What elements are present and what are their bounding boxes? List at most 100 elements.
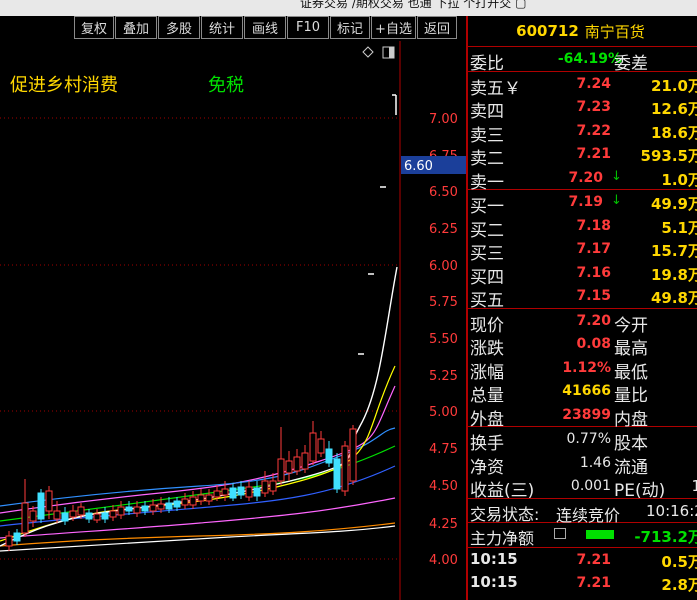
toolbar-draw-button[interactable]: 画线 xyxy=(244,16,286,39)
buy-book: 买一 7.19 ↓ 49.9万 买二 7.18 5.1万 买三 7.17 15.… xyxy=(468,190,697,311)
stock-title: 600712 南宁百货 xyxy=(468,16,697,47)
trade-status-label: 交易状态: xyxy=(470,504,540,524)
quote-value: 1.12% xyxy=(562,359,611,376)
sell-volume: 18.6万 xyxy=(650,123,697,142)
price-axis-labels: 7.00 6.75 6.50 6.25 6.00 5.75 5.50 5.25 … xyxy=(429,112,458,568)
candle-body xyxy=(125,506,133,512)
candle-body xyxy=(141,505,149,512)
stat-label: PE(动) xyxy=(614,481,666,501)
quote-value: 41666 xyxy=(562,383,611,399)
main-flow-row[interactable]: 主力净额 -713.2万 xyxy=(468,523,697,548)
quote-row: 涨幅 1.12% 最低 xyxy=(468,356,697,383)
candle-body xyxy=(93,513,101,521)
candle-body xyxy=(173,500,181,508)
sell-row[interactable]: 卖一 7.20 ↓ 1.0万 xyxy=(468,166,697,193)
candle-body xyxy=(189,496,197,506)
price-tick-label: 5.50 xyxy=(429,332,458,347)
candle-body xyxy=(301,452,309,470)
stat-value: 1.46 xyxy=(579,454,611,471)
candle-body xyxy=(117,506,125,516)
toolbar-mark-button[interactable]: 标记 xyxy=(330,16,370,39)
toolbar-f10-button[interactable]: F10 xyxy=(287,16,329,39)
buy-row[interactable]: 买五 7.15 49.8万 xyxy=(468,284,697,311)
title-bar-text: 证券交易 /期权交易 也通 下拉 个打开交 ▢ xyxy=(300,0,527,10)
fundamental-stats: 换手 0.77% 股本 净资 1.46 流通 收益(三) 0.001 PE(动)… xyxy=(468,427,697,501)
candle-body xyxy=(341,445,349,492)
buy-row[interactable]: 买三 7.17 15.7万 xyxy=(468,237,697,264)
buy-price: 7.19 xyxy=(568,194,603,210)
stat-row: 净资 1.46 流通 xyxy=(468,451,697,478)
sell-row[interactable]: 卖二 7.21 593.5万 xyxy=(468,142,697,169)
slogan-rural-consumption: 促进乡村消费 xyxy=(10,75,118,96)
limit-markers xyxy=(358,94,397,355)
candle-body xyxy=(37,492,45,520)
quote-value: 23899 xyxy=(562,406,611,423)
weicha-label: 委差 xyxy=(614,54,648,74)
candle-body xyxy=(165,502,173,510)
price-tick-label: 6.00 xyxy=(429,259,458,274)
tick-row: 10:15 7.21 0.5万 xyxy=(468,548,697,572)
candle-body xyxy=(269,480,277,492)
toolbar-multistock-button[interactable]: 多股 xyxy=(158,16,200,39)
quote-row: 涨跌 0.08 最高 xyxy=(468,332,697,359)
candle-body xyxy=(325,448,333,464)
list-icon[interactable] xyxy=(554,528,566,539)
trade-status-row: 交易状态: 连续竞价 10:16:2 xyxy=(468,499,697,525)
buy-price: 7.18 xyxy=(576,217,611,234)
quote-row: 现价 7.20 今开 xyxy=(468,309,697,336)
toolbar-back-button[interactable]: 返回 xyxy=(417,16,457,39)
sell-price: 7.20 xyxy=(568,169,603,186)
price-tick-label: 6.50 xyxy=(429,185,458,200)
sell-row[interactable]: 卖四 7.23 12.6万 xyxy=(468,95,697,122)
toolbar-fuquan-button[interactable]: 复权 xyxy=(74,16,114,39)
candle-body xyxy=(197,494,205,502)
toolbar-stats-button[interactable]: 统计 xyxy=(201,16,243,39)
buy-volume: 19.8万 xyxy=(650,265,697,284)
chart-corner-icons xyxy=(362,46,395,59)
candle-body xyxy=(69,510,77,518)
sell-volume: 1.0万 xyxy=(661,170,697,189)
price-tick-label: 4.00 xyxy=(429,553,458,568)
candle-body xyxy=(109,510,117,518)
buy-volume: 49.8万 xyxy=(650,289,697,307)
sell-price: 7.22 xyxy=(576,122,611,139)
tick-row: 10:15 7.21 2.8万 xyxy=(468,571,697,595)
stat-label: 收益(三) xyxy=(470,481,535,501)
buy-volume: 15.7万 xyxy=(650,242,697,260)
sell-book: 卖五￥ 7.24 21.0万 卖四 7.23 12.6万 卖三 7.22 18.… xyxy=(468,72,697,193)
candle-body xyxy=(349,428,357,482)
candle-body xyxy=(101,512,109,520)
toolbar-overlay-button[interactable]: 叠加 xyxy=(115,16,157,39)
quote-panel: 600712 南宁百货 委比 -64.19% 委差 卖五￥ 7.24 21.0万… xyxy=(466,16,697,600)
chart-toolbar: 复权 叠加 多股 统计 画线 F10 标记 +自选 返回 xyxy=(74,16,458,41)
tick-list: 10:15 7.21 0.5万 10:15 7.21 2.8万 xyxy=(468,548,697,595)
grid-lines xyxy=(0,117,400,560)
toolbar-add-watchlist-button[interactable]: +自选 xyxy=(371,16,416,39)
candle-body xyxy=(221,488,229,496)
candle-body xyxy=(61,512,69,522)
buy-label: 买五 xyxy=(470,291,504,311)
buy-row[interactable]: 买二 7.18 5.1万 xyxy=(468,214,697,241)
candle-body xyxy=(21,502,29,534)
candle-body xyxy=(213,490,221,498)
candle-body xyxy=(285,460,293,474)
tick-price: 7.21 xyxy=(576,551,611,568)
kline-chart[interactable]: 7.00 6.75 6.50 6.25 6.00 5.75 5.50 5.25 … xyxy=(0,41,466,600)
sell-price: 7.21 xyxy=(576,146,611,162)
sell-volume: 21.0万 xyxy=(650,76,697,95)
candle-body xyxy=(237,486,245,496)
buy-row[interactable]: 买一 7.19 ↓ 49.9万 xyxy=(468,190,697,217)
buy-row[interactable]: 买四 7.16 19.8万 xyxy=(468,261,697,288)
candle-body xyxy=(133,506,141,514)
tick-volume: 2.8万 xyxy=(661,576,697,594)
tick-volume: 0.5万 xyxy=(661,552,697,571)
sell-row[interactable]: 卖三 7.22 18.6万 xyxy=(468,119,697,146)
stat-row: 收益(三) 0.001 PE(动) 1 xyxy=(468,474,697,501)
quote-row: 总量 41666 量比 xyxy=(468,379,697,406)
moving-average-lines xyxy=(0,266,398,552)
stat-value: 0.001 xyxy=(570,478,611,494)
price-tick-label: 5.00 xyxy=(429,405,458,420)
price-tick-label: 7.00 xyxy=(429,112,458,127)
sell-row[interactable]: 卖五￥ 7.24 21.0万 xyxy=(468,72,697,99)
kline-chart-svg: 7.00 6.75 6.50 6.25 6.00 5.75 5.50 5.25 … xyxy=(0,41,466,600)
